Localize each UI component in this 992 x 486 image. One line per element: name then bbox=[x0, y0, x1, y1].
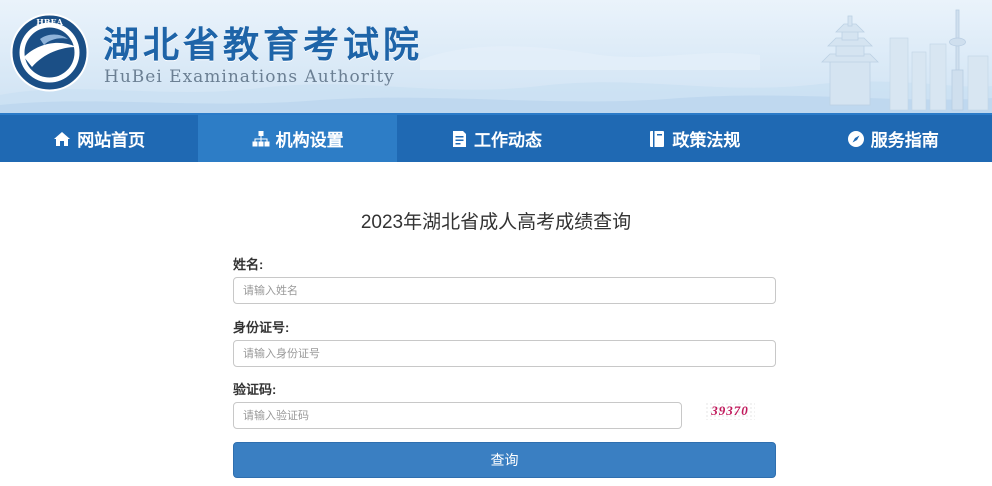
nav-item-policies[interactable]: 政策法规 bbox=[595, 115, 793, 162]
home-icon bbox=[53, 130, 71, 148]
emblem-text: HBEA bbox=[36, 17, 63, 27]
nav-item-work-news[interactable]: 工作动态 bbox=[397, 115, 595, 162]
compass-icon bbox=[847, 130, 865, 148]
nav-item-label: 机构设置 bbox=[275, 131, 344, 151]
skyline-illustration bbox=[821, 9, 989, 111]
captcha-image[interactable]: 39370 bbox=[705, 402, 755, 420]
nav-item-label: 网站首页 bbox=[77, 131, 146, 151]
id-number-label: 身份证号: bbox=[233, 320, 290, 335]
nav-item-label: 政策法规 bbox=[672, 131, 741, 151]
document-icon bbox=[450, 130, 468, 148]
site-subtitle: HuBei Examinations Authority bbox=[104, 67, 395, 87]
book-icon bbox=[648, 130, 666, 148]
site-title[interactable]: 湖北省教育考试院 bbox=[103, 16, 423, 68]
nav-item-label: 工作动态 bbox=[473, 131, 542, 151]
nav-item-home[interactable]: 网站首页 bbox=[0, 115, 198, 162]
name-label: 姓名: bbox=[233, 257, 264, 272]
nav-item-service-guide[interactable]: 服务指南 bbox=[794, 115, 992, 162]
org-chart-icon bbox=[252, 130, 270, 148]
main-nav: 网站首页 机构设置 工作动态 政策法规 服务指南 bbox=[0, 113, 992, 162]
nav-item-label: 服务指南 bbox=[870, 131, 939, 151]
query-button[interactable]: 查询 bbox=[233, 442, 776, 478]
captcha-input[interactable] bbox=[233, 402, 682, 429]
captcha-label: 验证码: bbox=[233, 382, 277, 397]
hbea-logo-emblem[interactable]: HBEA bbox=[10, 13, 89, 92]
page-title: 2023年湖北省成人高考成绩查询 bbox=[360, 212, 632, 233]
name-input[interactable] bbox=[233, 277, 776, 304]
id-number-input[interactable] bbox=[233, 340, 776, 367]
site-header: HBEA 湖北省教育考试院 HuBei Examinations Authori… bbox=[0, 0, 992, 113]
nav-item-organization[interactable]: 机构设置 bbox=[198, 115, 397, 162]
